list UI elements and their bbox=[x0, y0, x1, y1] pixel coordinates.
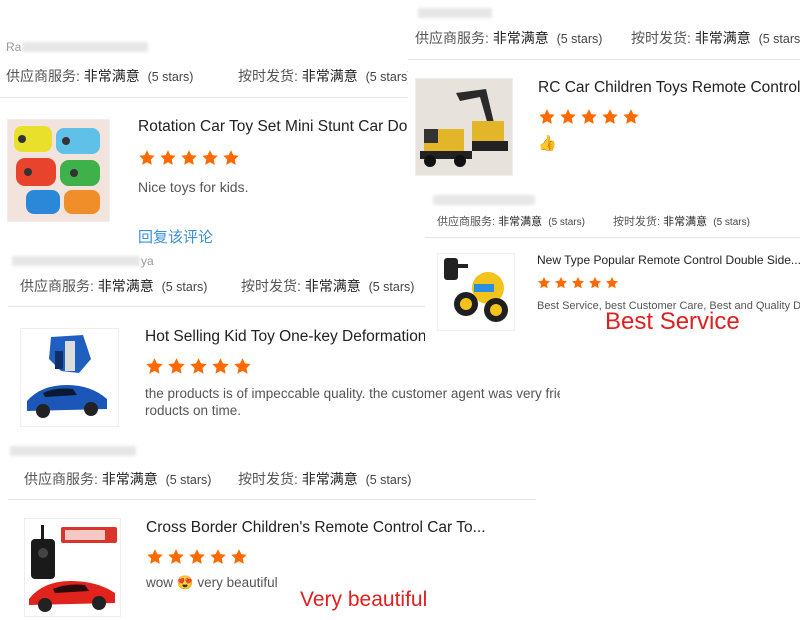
divider bbox=[8, 306, 428, 307]
product-thumbnail[interactable] bbox=[20, 328, 119, 427]
review-card-rc-sports-car: Cross Border Children's Remote Control C… bbox=[0, 500, 560, 620]
divider bbox=[408, 59, 800, 60]
transforming-robot-car-image bbox=[21, 329, 118, 426]
star-icon bbox=[210, 549, 226, 564]
product-thumbnail[interactable] bbox=[437, 253, 515, 331]
product-thumbnail[interactable] bbox=[24, 518, 121, 617]
review-text: the products is of impeccable quality. t… bbox=[145, 386, 560, 418]
reviewer-name: Ra bbox=[6, 40, 22, 54]
star-icon bbox=[588, 276, 602, 289]
star-icon bbox=[623, 109, 639, 124]
star-icon bbox=[168, 549, 184, 564]
shipping-rating-line: 按时发货: 非常满意 (5 stars) bbox=[631, 30, 800, 46]
star-icon bbox=[571, 276, 585, 289]
rc-sports-car-image bbox=[25, 519, 120, 616]
annotation-best-service: Best Service bbox=[605, 308, 740, 335]
star-icon bbox=[234, 358, 251, 374]
shipping-rating-line: 按时发货: 非常满意 (5 stars) bbox=[613, 216, 750, 228]
annotation-very-beautiful: Very beautiful bbox=[300, 588, 428, 611]
star-icon bbox=[160, 150, 176, 165]
review-text: Nice toys for kids. bbox=[138, 179, 249, 195]
product-title[interactable]: RC Car Children Toys Remote Control K bbox=[538, 79, 800, 97]
shipping-rating-line: 按时发货: 非常满意 (5 stars) bbox=[238, 471, 412, 487]
star-icon bbox=[139, 150, 155, 165]
star-icon bbox=[189, 549, 205, 564]
star-icon bbox=[223, 150, 239, 165]
product-title[interactable]: Hot Selling Kid Toy One-key Deformation bbox=[145, 328, 445, 346]
star-icon bbox=[147, 549, 163, 564]
seller-rating-line: 供应商服务: 非常满意 (5 stars) bbox=[24, 471, 212, 487]
product-thumbnail[interactable] bbox=[415, 78, 513, 176]
review-card-double-side-car: 供应商服务: 非常满意 (5 stars) 按时发货: 非常满意 (5 star… bbox=[425, 190, 800, 350]
star-rating bbox=[138, 149, 240, 167]
divider bbox=[425, 237, 800, 238]
star-rating bbox=[538, 108, 640, 126]
seller-rating-line: 供应商服务: 非常满意 (5 stars) bbox=[415, 30, 603, 46]
reviewer-name-blur bbox=[12, 256, 140, 266]
star-icon bbox=[146, 358, 163, 374]
star-icon bbox=[190, 358, 207, 374]
shipping-rating-line: 按时发货: 非常满意 (5 stars) bbox=[241, 278, 415, 294]
star-icon bbox=[168, 358, 185, 374]
product-title[interactable]: Cross Border Children's Remote Control C… bbox=[146, 519, 486, 537]
star-rating bbox=[146, 548, 248, 566]
reviewer-name-blur bbox=[22, 42, 148, 52]
divider bbox=[0, 97, 420, 98]
star-icon bbox=[231, 549, 247, 564]
product-title[interactable]: New Type Popular Remote Control Double S… bbox=[537, 253, 800, 267]
star-rating bbox=[537, 276, 619, 290]
star-rating bbox=[145, 357, 252, 376]
reviewer-name-blur bbox=[418, 8, 492, 18]
reviewer-name-blur bbox=[433, 195, 535, 205]
product-thumbnail[interactable] bbox=[7, 119, 110, 222]
star-icon bbox=[181, 150, 197, 165]
thumbs-up-emoji: 👍 bbox=[538, 135, 557, 152]
star-icon bbox=[602, 109, 618, 124]
star-icon bbox=[537, 276, 551, 289]
review-card-rc-excavator: 供应商服务: 非常满意 (5 stars) 按时发货: 非常满意 (5 star… bbox=[408, 0, 800, 195]
excavator-toy-image bbox=[416, 79, 512, 175]
star-icon bbox=[539, 109, 555, 124]
reviewer-name: ya bbox=[141, 254, 154, 268]
seller-rating-line: 供应商服务: 非常满意 (5 stars) bbox=[6, 68, 194, 84]
review-text: wow 😍 very beautiful bbox=[146, 575, 278, 590]
shipping-rating-line: 按时发货: 非常满意 (5 stars) bbox=[238, 68, 412, 84]
product-title[interactable]: Rotation Car Toy Set Mini Stunt Car Do bbox=[138, 118, 420, 136]
star-icon bbox=[581, 109, 597, 124]
smile-hearts-emoji: 😍 bbox=[176, 575, 194, 590]
star-icon bbox=[554, 276, 568, 289]
star-icon bbox=[212, 358, 229, 374]
stunt-car-image bbox=[8, 120, 109, 221]
star-icon bbox=[560, 109, 576, 124]
seller-rating-line: 供应商服务: 非常满意 (5 stars) bbox=[20, 278, 208, 294]
reply-link[interactable]: 回复该评论 bbox=[138, 226, 213, 247]
stunt-rc-car-image bbox=[438, 254, 514, 330]
star-icon bbox=[605, 276, 619, 289]
reviewer-name-blur bbox=[10, 446, 136, 456]
seller-rating-line: 供应商服务: 非常满意 (5 stars) bbox=[437, 216, 585, 228]
star-icon bbox=[202, 150, 218, 165]
